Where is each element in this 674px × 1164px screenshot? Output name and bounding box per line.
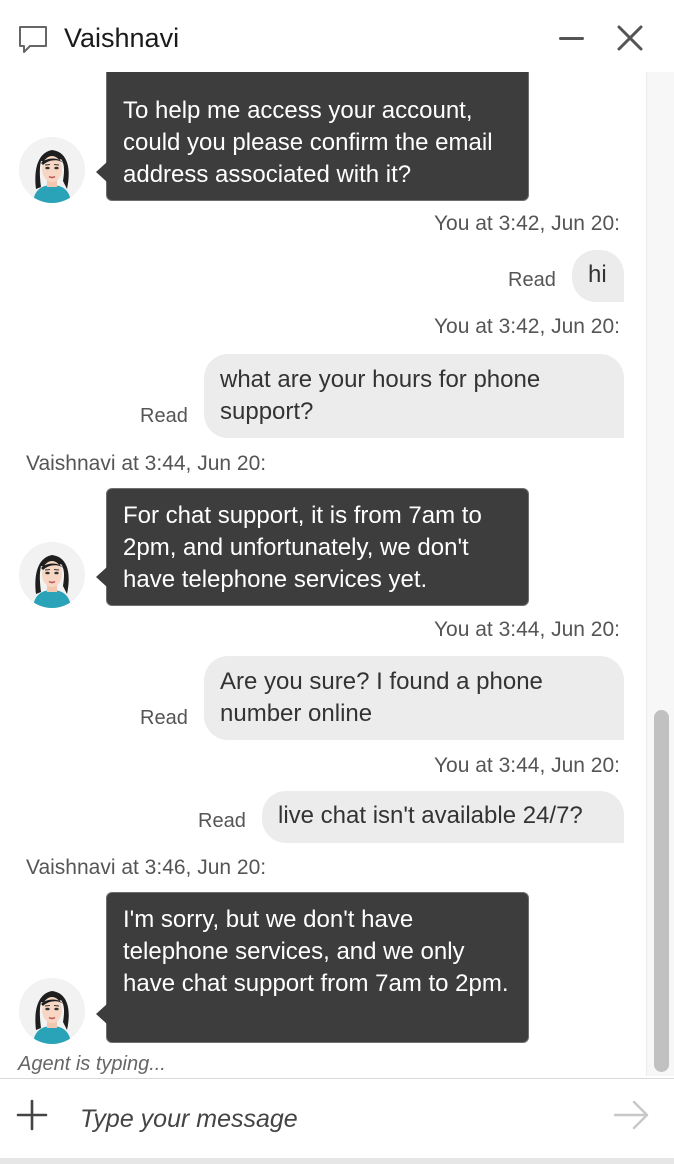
user-message: hi — [572, 250, 624, 302]
typing-indicator: Agent is typing... — [18, 1053, 166, 1075]
user-message: live chat isn't available 24/7? — [262, 791, 624, 843]
read-receipt: Read — [140, 405, 188, 427]
chat-bubble-icon — [19, 26, 47, 53]
message-timestamp: You at 3:42, Jun 20: — [433, 212, 620, 235]
close-button[interactable] — [612, 20, 648, 56]
agent-message-text: To help me access your account, could yo… — [123, 97, 493, 188]
agent-message-text: I'm sorry, but we don't have telephone s… — [123, 906, 509, 997]
minimize-button[interactable] — [554, 20, 590, 56]
chat-header: Vaishnavi — [0, 0, 674, 72]
read-receipt: Read — [508, 269, 556, 291]
message-timestamp: You at 3:44, Jun 20: — [433, 754, 620, 777]
message-timestamp: You at 3:44, Jun 20: — [433, 618, 620, 641]
message-timestamp: Vaishnavi at 3:46, Jun 20: — [26, 856, 267, 879]
agent-avatar — [19, 978, 85, 1044]
user-message-text: what are your hours for phone support? — [220, 366, 541, 425]
message-timestamp: You at 3:42, Jun 20: — [433, 315, 620, 338]
message-composer — [0, 1078, 674, 1164]
close-icon — [617, 25, 643, 51]
message-list[interactable]: To help me access your account, could yo… — [0, 72, 646, 1076]
plus-icon — [16, 1099, 48, 1131]
scrollbar-thumb[interactable] — [654, 710, 669, 1072]
add-attachment-button[interactable] — [14, 1097, 50, 1133]
agent-message: I'm sorry, but we don't have telephone s… — [96, 892, 529, 1043]
send-arrow-icon — [613, 1100, 649, 1130]
send-button[interactable] — [612, 1097, 652, 1133]
agent-message: To help me access your account, could yo… — [96, 72, 529, 201]
user-message: what are your hours for phone support? — [204, 354, 624, 438]
agent-message-text: For chat support, it is from 7am to 2pm,… — [123, 502, 482, 593]
message-scrollbar[interactable] — [646, 72, 674, 1076]
user-message-text: live chat isn't available 24/7? — [278, 802, 583, 829]
read-receipt: Read — [198, 810, 246, 832]
bottom-border — [0, 1158, 674, 1164]
user-message-text: hi — [588, 261, 607, 288]
message-timestamp: Vaishnavi at 3:44, Jun 20: — [26, 452, 267, 475]
user-message-text: Are you sure? I found a phone number onl… — [220, 668, 543, 727]
agent-name-title: Vaishnavi — [64, 23, 180, 53]
user-message: Are you sure? I found a phone number onl… — [204, 656, 624, 740]
agent-avatar — [19, 137, 85, 203]
agent-avatar — [19, 542, 85, 608]
minimize-icon — [559, 37, 584, 40]
agent-message: For chat support, it is from 7am to 2pm,… — [96, 488, 529, 606]
message-input[interactable] — [80, 1099, 600, 1139]
read-receipt: Read — [140, 707, 188, 729]
